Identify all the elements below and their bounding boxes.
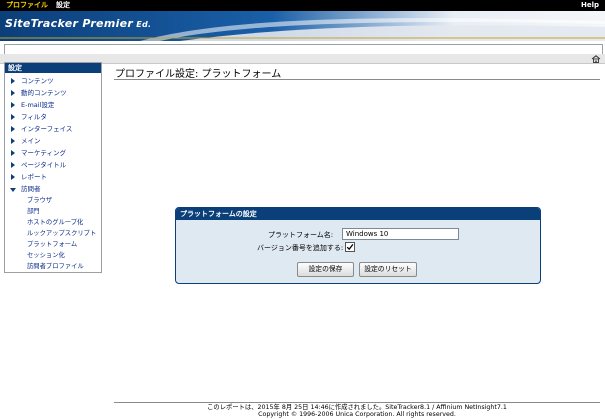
sidebar-subitem-lookup-script[interactable]: ルックアップスクリプト (5, 228, 101, 239)
menu-profile[interactable]: プロファイル (6, 0, 48, 11)
sidebar-item-email[interactable]: E-mail設定 (5, 99, 101, 111)
sidebar-item-filter[interactable]: フィルタ (5, 111, 101, 123)
sidebar-subitem-department[interactable]: 部門 (5, 206, 101, 217)
home-icon[interactable] (591, 55, 601, 63)
sidebar-item-label: レポート (21, 173, 47, 181)
sidebar-item-label: 訪問者 (21, 185, 41, 193)
platform-settings-panel: プラットフォームの設定 プラットフォーム名: Windows 10 バージョン番… (175, 207, 541, 284)
sidebar-item-label: メイン (21, 137, 41, 145)
sidebar-item-label: フィルタ (21, 113, 47, 121)
title-divider (114, 79, 600, 80)
sidebar-item-marketing[interactable]: マーケティング (5, 147, 101, 159)
sidebar-item-label: 動的コンテンツ (21, 89, 67, 97)
sidebar-item-page-title[interactable]: ページタイトル (5, 159, 101, 171)
platform-name-input[interactable]: Windows 10 (342, 228, 459, 240)
sidebar-item-report[interactable]: レポート (5, 171, 101, 183)
expand-arrow-icon (11, 126, 15, 132)
page-title: プロファイル設定: プラットフォーム (115, 69, 282, 80)
add-version-label: バージョン番号を追加する: (257, 244, 344, 252)
expand-arrow-icon (11, 102, 15, 108)
footer-divider (114, 402, 600, 403)
expand-arrow-icon (11, 174, 15, 180)
sidebar-item-dynamic-contents[interactable]: 動的コンテンツ (5, 87, 101, 99)
expand-arrow-icon (11, 162, 15, 168)
expand-arrow-icon (11, 78, 15, 84)
top-menu-bar: プロファイル 設定 Help (0, 0, 605, 11)
sidebar-item-label: E-mail設定 (21, 101, 55, 109)
collapse-arrow-icon (10, 188, 16, 192)
footer-report-info: このレポートは、2015年 8月 25日 14:46に作成されました。SiteT… (207, 404, 507, 411)
expand-arrow-icon (11, 90, 15, 96)
brand-logo: SiteTracker Premier Ed. (5, 17, 151, 30)
save-settings-button[interactable]: 設定の保存 (297, 262, 354, 277)
sidebar-nav: コンテンツ 動的コンテンツ E-mail設定 フィルタ インターフェイス メイン… (5, 75, 101, 195)
sidebar-subnav: ブラウザ 部門 ホストのグループ化 ルックアップスクリプト プラットフォーム セ… (5, 195, 101, 272)
sidebar-item-label: マーケティング (21, 149, 66, 157)
footer-copyright: Copyright © 1996-2006 Unica Corporation.… (258, 411, 456, 418)
sidebar-item-label: ページタイトル (21, 161, 67, 169)
menu-settings[interactable]: 設定 (56, 0, 70, 11)
sidebar-title: 設定 (5, 63, 101, 73)
panel-title: プラットフォームの設定 (176, 208, 540, 220)
footer: このレポートは、2015年 8月 25日 14:46に作成されました。SiteT… (114, 404, 600, 418)
sidebar-subitem-sessionization[interactable]: セッション化 (5, 250, 101, 261)
reset-settings-button[interactable]: 設定のリセット (359, 262, 417, 277)
checkmark-icon (346, 244, 354, 251)
sidebar-item-contents[interactable]: コンテンツ (5, 75, 101, 87)
brand-name: SiteTracker Premier (5, 17, 134, 30)
add-version-checkbox[interactable] (345, 242, 355, 252)
help-link[interactable]: Help (581, 0, 599, 11)
sidebar-item-visitors[interactable]: 訪問者 (5, 183, 101, 195)
settings-sidebar: 設定 コンテンツ 動的コンテンツ E-mail設定 フィルタ インターフェイス … (4, 62, 102, 273)
sidebar-subitem-browser[interactable]: ブラウザ (5, 195, 101, 206)
expand-arrow-icon (11, 114, 15, 120)
sidebar-subitem-platform[interactable]: プラットフォーム (5, 239, 101, 250)
sidebar-subitem-visitor-profile[interactable]: 訪問者プロファイル (5, 261, 101, 272)
sidebar-item-interface[interactable]: インターフェイス (5, 123, 101, 135)
sidebar-item-label: インターフェイス (21, 125, 73, 133)
sidebar-subitem-host-grouping[interactable]: ホストのグループ化 (5, 217, 101, 228)
brand-edition: Ed. (133, 20, 152, 29)
platform-name-label: プラットフォーム名: (268, 231, 334, 239)
sidebar-item-label: コンテンツ (21, 77, 54, 85)
sidebar-item-main[interactable]: メイン (5, 135, 101, 147)
brand-banner: SiteTracker Premier Ed. (0, 11, 605, 41)
expand-arrow-icon (11, 138, 15, 144)
expand-arrow-icon (11, 150, 15, 156)
